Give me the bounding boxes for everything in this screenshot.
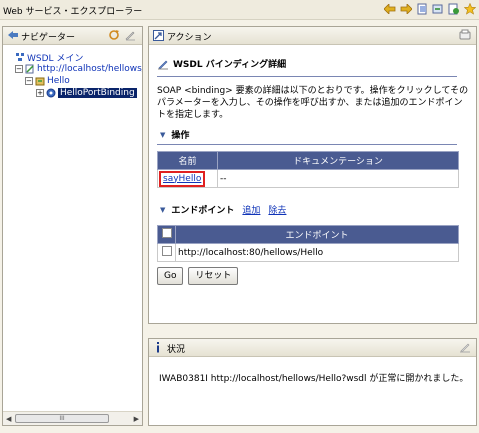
wsdl-document-icon: [25, 64, 35, 74]
forward-arrow-icon[interactable]: [399, 2, 413, 16]
status-title: 状況: [167, 345, 186, 355]
column-header-endpoint: エンドポイント: [175, 225, 459, 244]
tree-item-binding[interactable]: + HelloPortBinding: [36, 87, 137, 99]
status-message: IWAB0381I http://localhost/hellows/Hello…: [159, 374, 469, 384]
title-bar: Web サービス・エクスプローラー: [0, 0, 479, 20]
actions-icon: [153, 30, 164, 44]
scroll-thumb[interactable]: III: [15, 414, 109, 423]
action-buttons: Go リセット: [157, 267, 469, 285]
wsdl-main-icon: [15, 52, 25, 62]
clear-navigator-icon[interactable]: [124, 29, 136, 44]
divider: [157, 144, 457, 145]
operations-title: 操作: [171, 131, 190, 141]
scroll-left-icon[interactable]: ◀: [6, 415, 11, 423]
binding-icon: [46, 88, 56, 98]
table-header-row: エンドポイント: [157, 225, 459, 244]
navigator-icon: [7, 30, 19, 43]
select-all-header: [157, 225, 176, 244]
select-all-checkbox[interactable]: [161, 228, 172, 238]
tree-item-wsdl-url[interactable]: − http://localhost/hellows/Hello?wsdl: [15, 63, 142, 75]
operation-doc-cell: --: [217, 169, 459, 188]
remove-endpoint-link[interactable]: 除去: [268, 203, 286, 216]
table-row: sayHello --: [157, 169, 459, 188]
section-title: WSDL バインディング詳細: [173, 60, 287, 70]
horizontal-scrollbar[interactable]: ◀ III ▶: [3, 411, 142, 425]
tree-item-service-hello[interactable]: − Hello: [25, 75, 70, 87]
toolbar: [383, 2, 477, 16]
page-icon[interactable]: [415, 2, 429, 16]
refresh-icon[interactable]: [431, 2, 445, 16]
endpoint-checkbox[interactable]: [161, 246, 172, 256]
table-header-row: 名前 ドキュメンテーション: [157, 151, 459, 170]
refresh-navigator-icon[interactable]: [108, 29, 120, 44]
collapse-toggle[interactable]: −: [25, 77, 33, 85]
actions-title: アクション: [167, 33, 212, 43]
binding-details-icon: [157, 58, 169, 70]
operation-name-cell: sayHello: [157, 169, 218, 188]
actions-content: WSDL バインディング詳細 SOAP <binding> 要素の詳細は以下のと…: [157, 47, 469, 285]
status-pane: 状況 IWAB0381I http://localhost/hellows/He…: [148, 338, 477, 426]
operation-link-sayhello[interactable]: sayHello: [159, 170, 206, 187]
binding-description: SOAP <binding> 要素の詳細は以下のとおりです。操作をクリックしてそ…: [157, 86, 469, 120]
tree-item-label: Hello: [47, 76, 70, 86]
navigator-title: ナビゲーター: [21, 33, 76, 43]
endpoints-title: エンドポイント: [171, 206, 235, 216]
navigator-pane: ナビゲーター WSDL メイン − http://localhost/hello…: [2, 26, 143, 426]
table-row: http://localhost:80/hellows/Hello: [157, 243, 459, 262]
go-button[interactable]: Go: [157, 267, 184, 285]
add-endpoint-link[interactable]: 追加: [242, 203, 260, 216]
back-arrow-icon[interactable]: [383, 2, 397, 16]
endpoints-heading: ▼ エンドポイント 追加 除去: [157, 203, 469, 217]
navigator-header: ナビゲーター: [3, 27, 142, 45]
status-header: 状況: [149, 339, 476, 357]
collapse-toggle[interactable]: −: [15, 65, 23, 73]
actions-header: アクション: [149, 27, 476, 45]
favorite-star-icon[interactable]: [463, 2, 477, 16]
tree-item-label-selected: HelloPortBinding: [58, 88, 137, 98]
wsdl-icon[interactable]: [447, 2, 461, 16]
collapse-triangle-icon[interactable]: ▼: [160, 206, 165, 214]
binding-details-heading: WSDL バインディング詳細: [157, 57, 469, 70]
clear-status-icon[interactable]: [459, 341, 471, 356]
operations-table: 名前 ドキュメンテーション sayHello --: [157, 151, 459, 188]
service-icon: [35, 76, 45, 86]
scroll-right-icon[interactable]: ▶: [134, 415, 139, 423]
divider: [157, 76, 457, 77]
info-icon: [153, 342, 163, 356]
maximize-icon[interactable]: [459, 29, 471, 44]
tree-item-wsdl-main[interactable]: WSDL メイン: [15, 51, 84, 64]
actions-pane: アクション WSDL バインディング詳細 SOAP <binding> 要素の詳…: [148, 26, 477, 324]
endpoint-url: http://localhost:80/hellows/Hello: [175, 243, 459, 262]
operations-heading: ▼ 操作: [157, 128, 469, 142]
collapse-triangle-icon[interactable]: ▼: [160, 131, 165, 139]
endpoints-table: エンドポイント http://localhost:80/hellows/Hell…: [157, 225, 459, 262]
navigator-tree: WSDL メイン − http://localhost/hellows/Hell…: [3, 46, 142, 409]
tree-item-label: WSDL メイン: [27, 53, 84, 64]
reset-button[interactable]: リセット: [188, 267, 239, 285]
column-header-documentation: ドキュメンテーション: [217, 151, 459, 170]
window-title: Web サービス・エクスプローラー: [3, 7, 143, 17]
expand-toggle[interactable]: +: [36, 89, 44, 97]
tree-item-label: http://localhost/hellows/Hello?wsdl: [37, 64, 142, 74]
endpoint-select-cell: [157, 243, 176, 262]
column-header-name: 名前: [157, 151, 218, 170]
